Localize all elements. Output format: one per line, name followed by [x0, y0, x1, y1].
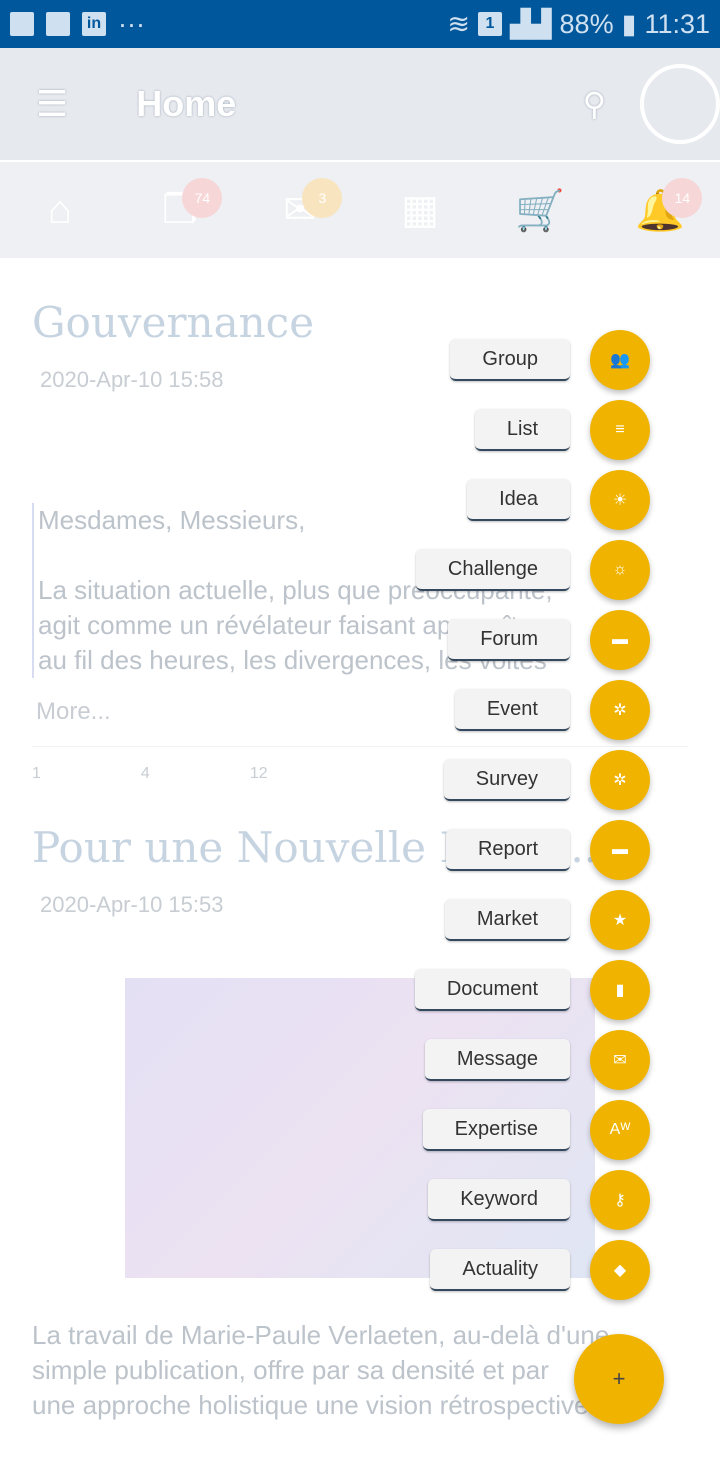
tab-bar: ⌂ ❐ 74 ✉ 3 ▦ 🛒 🔔 14: [0, 162, 720, 258]
cart-icon: 🛒: [515, 188, 565, 233]
battery-icon: ▮: [621, 8, 637, 39]
forum-icon[interactable]: ▬: [590, 610, 650, 670]
badge: 3: [302, 178, 343, 218]
sim-icon: 1: [478, 12, 502, 36]
speed-dial-label[interactable]: Challenge: [415, 549, 570, 591]
envelope-open-icon[interactable]: ✉: [590, 1030, 650, 1090]
speed-dial-label[interactable]: Survey: [443, 759, 570, 801]
more-notifications-icon: ···: [118, 8, 145, 39]
tab-home[interactable]: ⌂: [0, 162, 120, 258]
speed-dial-label[interactable]: Report: [445, 829, 570, 871]
speed-dial-item-expertise[interactable]: Expertise Aᵂ: [422, 1100, 650, 1160]
search-icon[interactable]: ⚲: [583, 85, 606, 123]
comment-count[interactable]: 4: [141, 765, 150, 783]
battery-level: 88%: [559, 8, 614, 39]
status-bar: in ··· ≋ 1 ▟▟ 88% ▮ 11:31: [0, 0, 720, 48]
speed-dial-item-report[interactable]: Report ▬: [445, 820, 650, 880]
speed-dial-label[interactable]: Keyword: [428, 1179, 570, 1221]
speed-dial-label[interactable]: Document: [414, 969, 570, 1011]
sun-icon[interactable]: ☼: [590, 540, 650, 600]
speed-dial-item-actuality[interactable]: Actuality ◆: [430, 1240, 650, 1300]
speed-dial-item-market[interactable]: Market ★: [444, 890, 650, 950]
speed-dial-item-list[interactable]: List ≡: [474, 400, 650, 460]
tab-notifications[interactable]: 🔔 14: [600, 162, 720, 258]
expertise-icon[interactable]: Aᵂ: [590, 1100, 650, 1160]
speed-dial-label[interactable]: Event: [454, 689, 570, 731]
tab-messages[interactable]: ✉ 3: [240, 162, 360, 258]
wifi-icon: ≋: [447, 8, 470, 39]
lightbulb-icon[interactable]: ☀: [590, 470, 650, 530]
speed-dial-item-idea[interactable]: Idea ☀: [467, 470, 650, 530]
app-bar: ☰ Home ⚲: [0, 48, 720, 160]
speed-dial-item-group[interactable]: Group 👥: [450, 330, 650, 390]
megaphone-icon[interactable]: ◆: [590, 1240, 650, 1300]
clock: 11:31: [644, 8, 710, 39]
home-icon: ⌂: [47, 187, 73, 232]
speed-dial-label[interactable]: Message: [424, 1039, 570, 1081]
speed-dial-label[interactable]: Idea: [467, 479, 570, 521]
speed-dial-item-keyword[interactable]: Keyword ⚷: [428, 1170, 650, 1230]
tab-documents[interactable]: ❐ 74: [120, 162, 240, 258]
speed-dial-item-document[interactable]: Document ▮: [414, 960, 650, 1020]
like-count[interactable]: 1: [32, 765, 41, 783]
speed-dial-item-forum[interactable]: Forum ▬: [448, 610, 650, 670]
group-icon[interactable]: 👥: [590, 330, 650, 390]
tab-cart[interactable]: 🛒: [480, 162, 600, 258]
key-icon[interactable]: ⚷: [590, 1170, 650, 1230]
list-icon[interactable]: ≡: [590, 400, 650, 460]
speed-dial-item-survey[interactable]: Survey ✲: [443, 750, 650, 810]
speed-dial-label[interactable]: List: [474, 409, 570, 451]
linkedin-icon: in: [82, 12, 106, 36]
calendar-icon: ▦: [401, 188, 439, 232]
avatar[interactable]: [640, 64, 720, 144]
speed-dial-item-message[interactable]: Message ✉: [424, 1030, 650, 1090]
menu-icon[interactable]: ☰: [36, 83, 68, 125]
gallery-icon: [10, 12, 34, 36]
tab-calendar[interactable]: ▦: [360, 162, 480, 258]
gear-icon[interactable]: ✲: [590, 680, 650, 740]
star-icon[interactable]: ★: [590, 890, 650, 950]
signal-icon: ▟▟: [510, 8, 552, 39]
badge: 74: [182, 178, 223, 218]
view-count: 12: [249, 765, 268, 782]
app-notification-icon: [46, 12, 70, 36]
document-icon[interactable]: ▮: [590, 960, 650, 1020]
speed-dial-label[interactable]: Expertise: [422, 1109, 570, 1151]
gear-icon[interactable]: ✲: [590, 750, 650, 810]
page-title: Home: [136, 83, 237, 124]
speed-dial-label[interactable]: Group: [450, 339, 570, 381]
speed-dial-label[interactable]: Actuality: [430, 1249, 570, 1291]
speed-dial-label[interactable]: Market: [444, 899, 570, 941]
add-fab-button[interactable]: +: [574, 1334, 664, 1424]
speed-dial-item-event[interactable]: Event ✲: [454, 680, 650, 740]
folder-icon[interactable]: ▬: [590, 820, 650, 880]
plus-icon: +: [612, 1366, 626, 1391]
speed-dial-item-challenge[interactable]: Challenge ☼: [415, 540, 650, 600]
badge: 14: [662, 178, 703, 218]
speed-dial-label[interactable]: Forum: [448, 619, 570, 661]
